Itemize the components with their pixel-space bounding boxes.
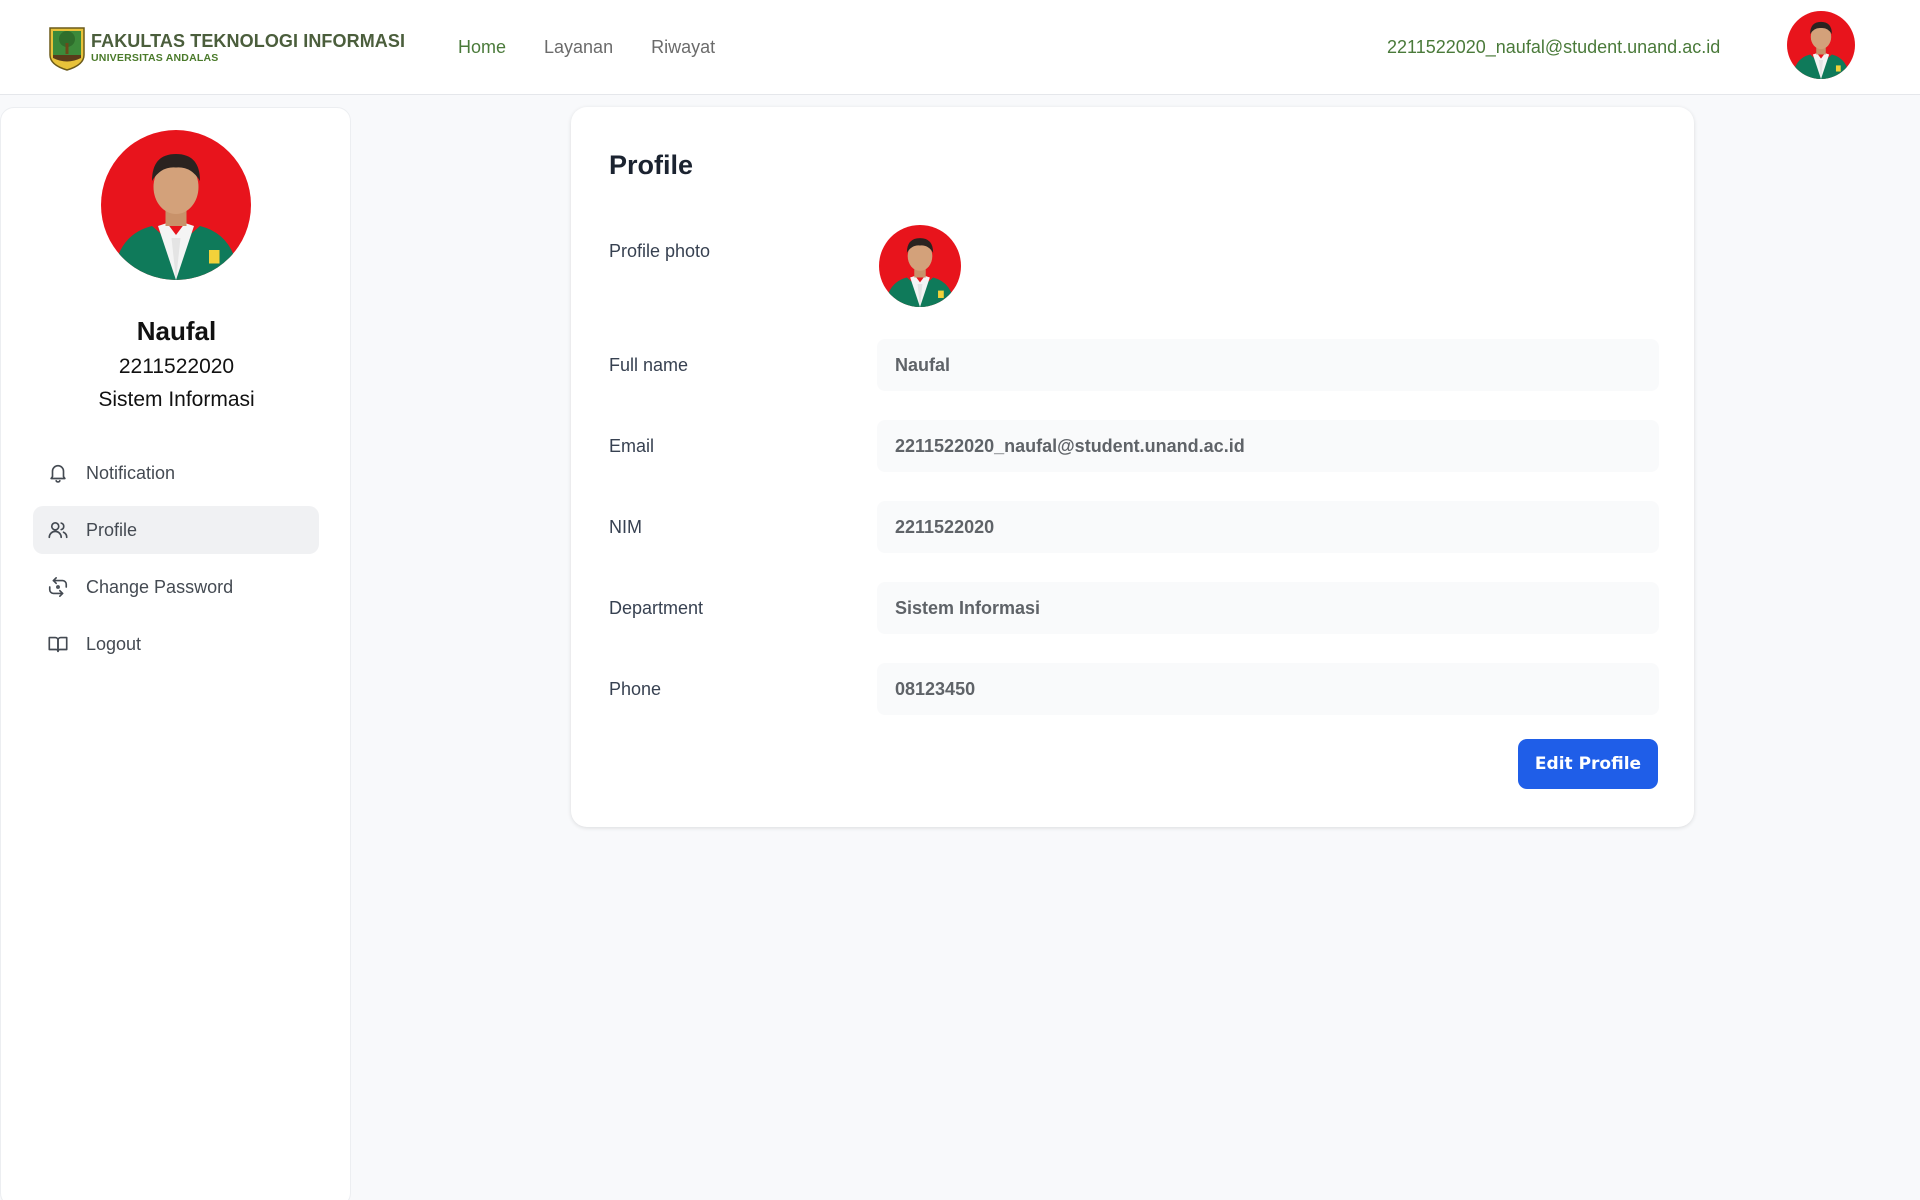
phone-label: Phone (609, 679, 662, 699)
profile-photo[interactable] (879, 225, 961, 307)
book-icon (46, 632, 70, 656)
department-label: Department (609, 598, 704, 618)
sidebar-item-label: Change Password (86, 576, 234, 597)
main-nav: Home Layanan Riwayat (458, 37, 715, 58)
users-icon (46, 518, 70, 542)
sidebar-user-department: Sistem Informasi (98, 388, 255, 411)
sidebar-item-label: Logout (86, 633, 142, 654)
phone-field: 08123450 (877, 663, 1659, 715)
sidebar-item-logout[interactable]: Logout (33, 620, 319, 668)
nav-riwayat-link[interactable]: Riwayat (651, 37, 715, 58)
sidebar-user-name: Naufal (136, 316, 217, 346)
sidebar-item-label: Profile (86, 519, 138, 540)
department-field: Sistem Informasi (877, 582, 1659, 634)
sidebar-item-notification[interactable]: Notification (33, 449, 319, 497)
avatar-photo-icon (101, 130, 251, 280)
sidebar-menu: Notification Profile Change Password Log… (33, 449, 319, 677)
sidebar-item-label: Notification (86, 462, 176, 483)
bell-icon (46, 461, 70, 485)
profile-photo-label: Profile photo (609, 241, 711, 261)
brand-title: FAKULTAS TEKNOLOGI INFORMASI (91, 31, 406, 52)
sidebar: Naufal 2211522020 Sistem Informasi Notif… (0, 107, 351, 1200)
edit-profile-button[interactable]: Edit Profile (1518, 739, 1658, 789)
email-label: Email (609, 436, 655, 456)
full-name-field: Naufal (877, 339, 1659, 391)
nim-label: NIM (609, 517, 642, 537)
nav-layanan-link[interactable]: Layanan (544, 37, 613, 58)
sidebar-item-change-password[interactable]: Change Password (33, 563, 319, 611)
avatar-photo-icon (879, 225, 961, 307)
brand-text: FAKULTAS TEKNOLOGI INFORMASI UNIVERSITAS… (91, 32, 405, 64)
sidebar-user-nim: 2211522020 (118, 355, 235, 378)
nav-home-link[interactable]: Home (458, 37, 506, 58)
brand[interactable]: FAKULTAS TEKNOLOGI INFORMASI UNIVERSITAS… (47, 25, 405, 71)
brand-subtitle: UNIVERSITAS ANDALAS (91, 52, 219, 65)
profile-card: Profile Profile photo Full name Naufal E… (571, 107, 1694, 827)
full-name-label: Full name (609, 355, 689, 375)
sidebar-avatar (101, 130, 251, 280)
page-title: Profile (609, 150, 694, 180)
user-email: 2211522020_naufal@student.unand.ac.id (1387, 37, 1721, 57)
university-emblem-icon (49, 27, 85, 71)
user-avatar[interactable] (1787, 11, 1855, 79)
refresh-icon (46, 575, 70, 599)
email-field: 2211522020_naufal@student.unand.ac.id (877, 420, 1659, 472)
sidebar-item-profile[interactable]: Profile (33, 506, 319, 554)
nim-field: 2211522020 (877, 501, 1659, 553)
top-navbar: FAKULTAS TEKNOLOGI INFORMASI UNIVERSITAS… (0, 0, 1920, 95)
avatar-photo-icon (1787, 11, 1855, 79)
